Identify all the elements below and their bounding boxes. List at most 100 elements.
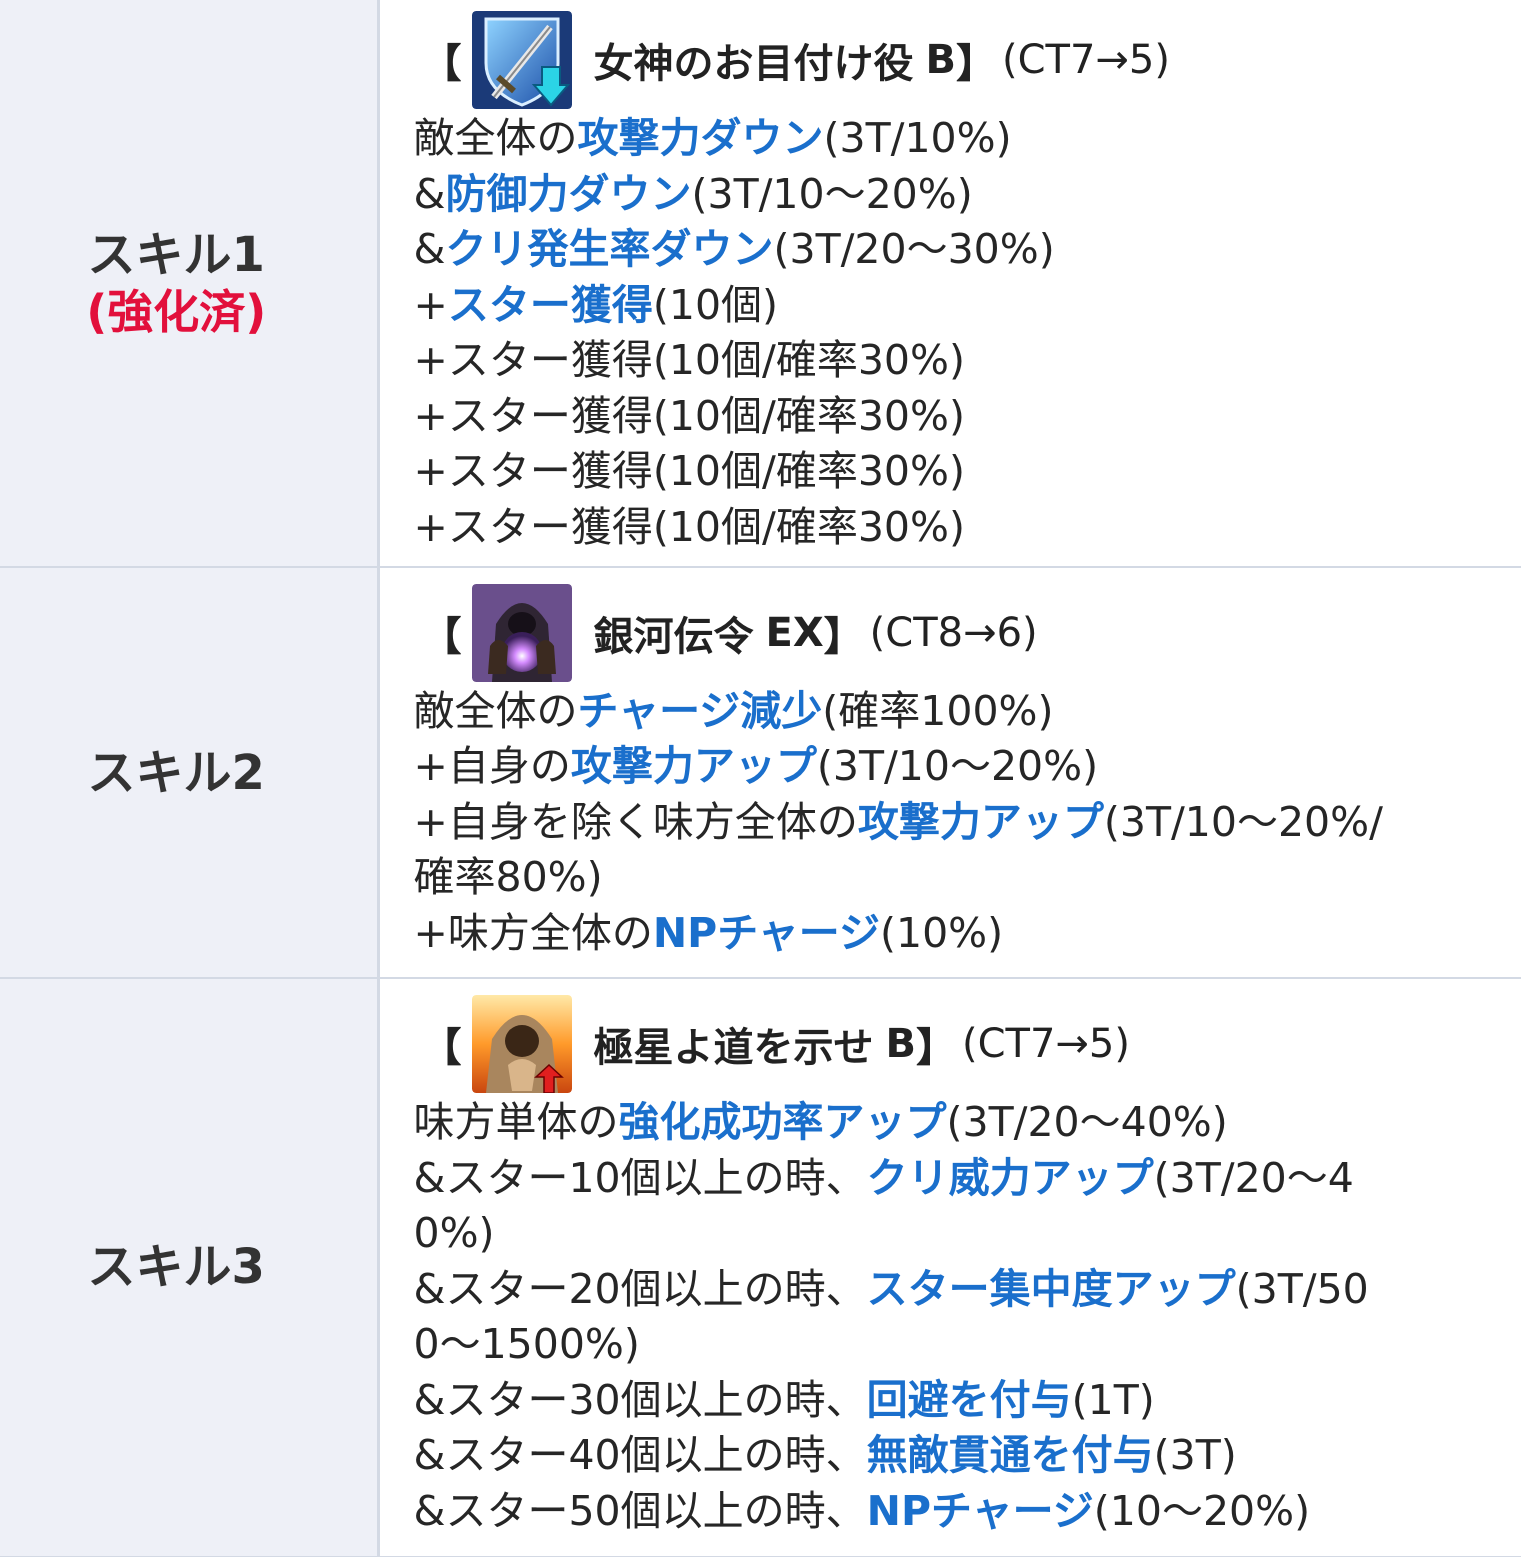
skill-label-cell: スキル1 (強化済)	[0, 0, 380, 568]
effect-text: (10〜20%)	[1093, 1486, 1311, 1535]
skill-row: スキル3 【 極星よ道を示せ B 】 (CT7→5) 味方単体の強化成功率アップ…	[0, 978, 1521, 1557]
open-bracket: 【	[421, 613, 462, 660]
close-bracket: 】	[956, 41, 996, 87]
effect-keyword: スター集中度アップ	[866, 1264, 1236, 1313]
skill-header: 【 極星よ道を示せ B 】 (CT7→5)	[414, 993, 1512, 1095]
effect-text: +自身を除く味方全体の	[413, 797, 858, 846]
effect-line: &スター50個以上の時、NPチャージ(10〜20%)	[414, 1484, 1512, 1540]
effect-line: +自身を除く味方全体の攻撃力アップ(3T/10〜20%/	[414, 795, 1512, 851]
skill-cooldown: (CT7→5)	[1002, 37, 1170, 83]
effect-line: +スター獲得(10個/確率30%)	[414, 444, 1512, 500]
skill-name: 銀河伝令	[593, 613, 754, 660]
effect-line: &スター10個以上の時、クリ威力アップ(3T/20〜4	[414, 1151, 1512, 1207]
effect-text: &スター20個以上の時、	[413, 1264, 867, 1313]
sword-shield-down-icon	[471, 11, 572, 109]
effect-keyword: 防御力ダウン	[445, 169, 692, 218]
effect-text: 敵全体の	[413, 114, 578, 162]
effect-text: (3T/20〜4	[1153, 1153, 1354, 1202]
hooded-figure-orb-icon	[471, 583, 572, 682]
skill-effects: 敵全体のチャージ減少(確率100%) +自身の攻撃力アップ(3T/10〜20%) +…	[414, 684, 1512, 962]
effect-line: &クリ発生率ダウン(3T/20〜30%)	[414, 222, 1512, 278]
effect-text: (10個)	[652, 280, 779, 329]
skill-cooldown: (CT8→6)	[869, 609, 1038, 656]
skill-rank: B	[885, 1021, 917, 1068]
close-bracket: 】	[916, 1025, 956, 1072]
skill-row: スキル1 (強化済) 【 女神のお目付け役 B 】 (CT7→5) 敵全体の攻撃…	[0, 0, 1521, 568]
effect-line: +自身の攻撃力アップ(3T/10〜20%)	[414, 739, 1512, 795]
effect-keyword: チャージ減少	[577, 686, 823, 735]
skill-label: スキル2	[87, 744, 265, 801]
effect-line: &スター20個以上の時、スター集中度アップ(3T/50	[414, 1262, 1512, 1318]
skill-rank: B	[925, 37, 957, 83]
skill-table: スキル1 (強化済) 【 女神のお目付け役 B 】 (CT7→5) 敵全体の攻撃…	[0, 0, 1521, 1557]
effect-text: &スター30個以上の時、	[413, 1375, 867, 1424]
effect-text: +味方全体の	[413, 908, 653, 957]
open-bracket: 【	[421, 1025, 462, 1072]
effect-keyword: 攻撃力ダウン	[577, 114, 824, 162]
skill-label: スキル3	[87, 1239, 265, 1296]
skill-row: スキル2 【 銀河伝令 EX 】 (CT8→6) 敵全体のチャージ減少(確率10…	[0, 567, 1521, 979]
effect-text: &	[413, 225, 446, 273]
effect-keyword: 強化成功率アップ	[618, 1098, 947, 1147]
effect-keyword: 無敵貫通を付与	[866, 1431, 1154, 1480]
effect-text: &	[413, 169, 446, 218]
effect-line: 0%)	[414, 1206, 1512, 1262]
effect-line: 0〜1500%)	[414, 1317, 1512, 1373]
effect-keyword: 攻撃力アップ	[857, 797, 1104, 846]
effect-keyword: NPチャージ	[652, 908, 880, 957]
skill-content-cell: 【 極星よ道を示せ B 】 (CT7→5) 味方単体の強化成功率アップ(3T/2…	[378, 978, 1521, 1557]
skill-effects: 敵全体の攻撃力ダウン(3T/10%) &防御力ダウン(3T/10〜20%) &クリ発…	[414, 111, 1512, 555]
open-bracket: 【	[421, 41, 462, 87]
effect-text: (1T)	[1071, 1375, 1155, 1424]
close-bracket: 】	[823, 613, 864, 660]
effect-keyword: 攻撃力アップ	[570, 742, 817, 791]
effect-text: (3T/20〜40%)	[946, 1098, 1228, 1147]
effect-text: (3T/10〜20%)	[691, 169, 973, 218]
effect-text: 確率80%)	[413, 853, 603, 902]
effect-text: &スター40個以上の時、	[413, 1431, 867, 1480]
effect-text: &スター50個以上の時、	[413, 1486, 867, 1535]
effect-text: +スター獲得(10個/確率30%)	[413, 502, 965, 551]
effect-text: 0%)	[413, 1209, 495, 1258]
effect-line: 敵全体のチャージ減少(確率100%)	[414, 684, 1512, 740]
hooded-figure-up-icon	[471, 995, 572, 1094]
effect-keyword: スター獲得	[447, 280, 653, 329]
skill-header: 【 銀河伝令 EX 】 (CT8→6)	[414, 582, 1512, 684]
effect-line: +スター獲得(10個/確率30%)	[414, 500, 1512, 556]
effect-line: &防御力ダウン(3T/10〜20%)	[414, 167, 1512, 223]
effect-text: 0〜1500%)	[413, 1320, 640, 1369]
skill-name: 女神のお目付け役	[593, 41, 914, 87]
effect-line: 味方単体の強化成功率アップ(3T/20〜40%)	[414, 1095, 1512, 1151]
effect-line: +味方全体のNPチャージ(10%)	[414, 906, 1512, 962]
effect-text: (3T/10%)	[823, 114, 1012, 162]
skill-label-cell: スキル3	[0, 978, 380, 1557]
skill-effects: 味方単体の強化成功率アップ(3T/20〜40%) &スター10個以上の時、クリ威力…	[414, 1095, 1512, 1539]
effect-text: 味方単体の	[413, 1098, 619, 1147]
effect-keyword: クリ発生率ダウン	[445, 225, 774, 273]
skill-label-cell: スキル2	[0, 567, 380, 979]
effect-line: &スター40個以上の時、無敵貫通を付与(3T)	[414, 1428, 1512, 1484]
effect-text: (3T/50	[1235, 1264, 1369, 1313]
effect-line: +スター獲得(10個/確率30%)	[414, 333, 1512, 389]
skill-content-cell: 【 銀河伝令 EX 】 (CT8→6) 敵全体のチャージ減少(確率100%) +…	[378, 567, 1521, 979]
effect-text: (3T/20〜30%)	[773, 225, 1055, 273]
effect-text: (確率100%)	[822, 686, 1054, 735]
effect-text: &スター10個以上の時、	[413, 1153, 867, 1202]
skill-label: スキル1	[87, 227, 265, 283]
skill-content-cell: 【 女神のお目付け役 B 】 (CT7→5) 敵全体の攻撃力ダウン(3T/10%…	[378, 0, 1521, 568]
effect-line: +スター獲得(10個/確率30%)	[414, 389, 1512, 445]
effect-keyword: NPチャージ	[866, 1486, 1094, 1535]
effect-text: (3T/10〜20%)	[816, 742, 1099, 791]
effect-text: +スター獲得(10個/確率30%)	[413, 391, 965, 440]
skill-cooldown: (CT7→5)	[962, 1021, 1130, 1068]
effect-keyword: 回避を付与	[866, 1375, 1072, 1424]
effect-text: (3T/10〜20%/	[1103, 797, 1383, 846]
enhanced-note: (強化済)	[86, 285, 267, 339]
effect-text: +スター獲得(10個/確率30%)	[413, 447, 965, 495]
skill-name: 極星よ道を示せ	[593, 1025, 874, 1072]
effect-text: +スター獲得(10個/確率30%)	[413, 336, 965, 384]
effect-text: +	[413, 280, 448, 329]
effect-text: 敵全体の	[413, 686, 578, 735]
effect-keyword: クリ威力アップ	[866, 1153, 1154, 1202]
effect-text: (3T)	[1153, 1431, 1237, 1480]
